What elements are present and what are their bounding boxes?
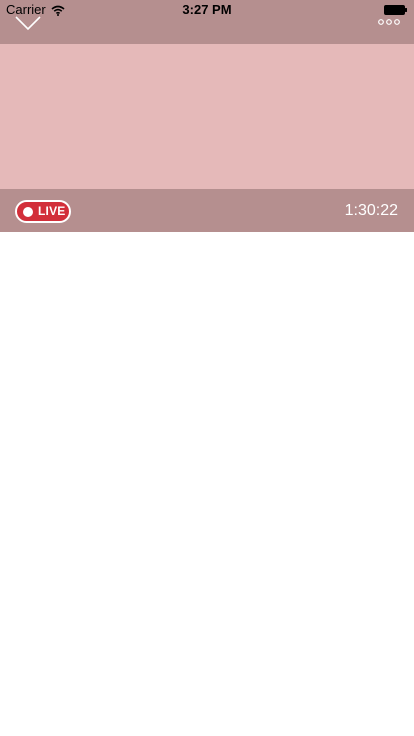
- status-bar: Carrier 3:27 PM: [0, 0, 414, 20]
- status-time: 3:27 PM: [182, 2, 232, 17]
- player-info-bar: LIVE 1:30:22: [0, 189, 414, 232]
- video-player-area[interactable]: [0, 44, 414, 189]
- more-dots-icon[interactable]: [378, 19, 400, 25]
- battery-full-icon: [384, 5, 407, 15]
- live-label: LIVE: [38, 204, 66, 218]
- live-badge: LIVE: [15, 200, 71, 223]
- elapsed-time: 1:30:22: [344, 202, 398, 219]
- chevron-down-icon[interactable]: [14, 14, 42, 32]
- top-bar: Carrier 3:27 PM: [0, 0, 414, 44]
- live-dot-icon: [23, 206, 33, 217]
- live-player-screen: Carrier 3:27 PM LIVE 1:30:22: [0, 0, 414, 736]
